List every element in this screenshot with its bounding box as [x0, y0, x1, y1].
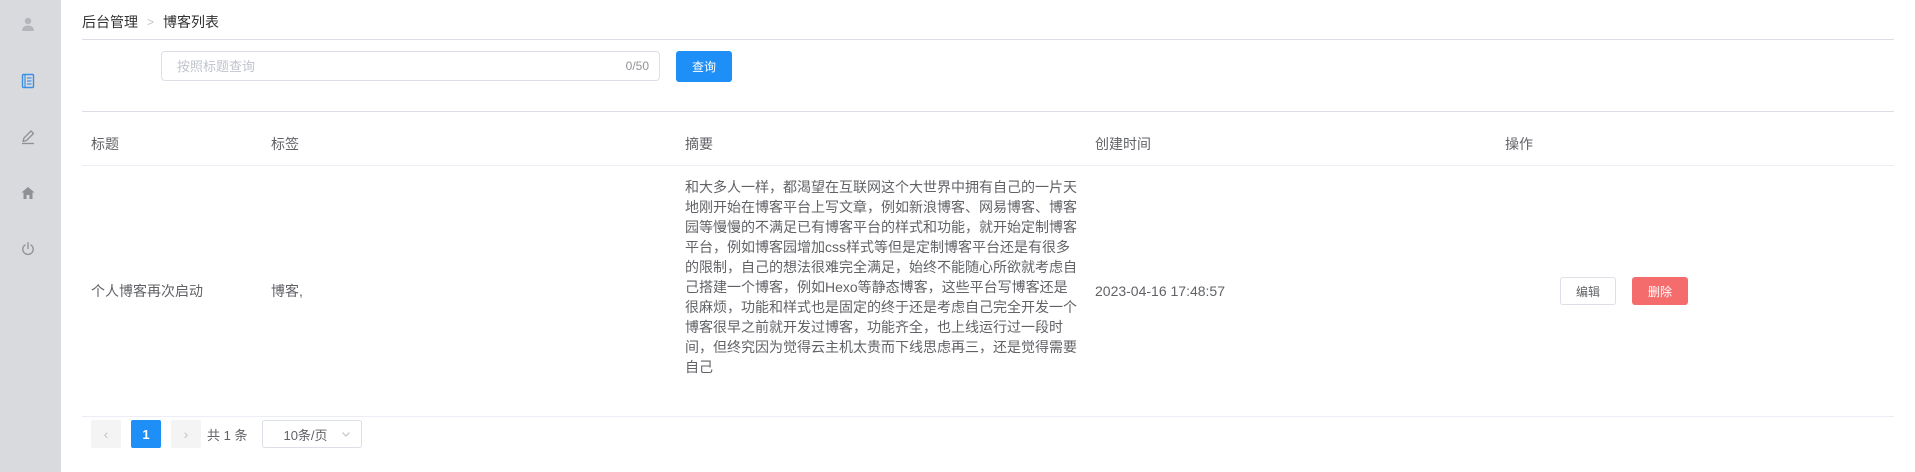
breadcrumb-root[interactable]: 后台管理 [82, 12, 138, 32]
column-header-summary: 摘要 [685, 136, 713, 152]
chevron-down-icon [342, 432, 351, 437]
prev-page-button[interactable]: ‹ [91, 420, 121, 448]
home-icon[interactable] [17, 182, 39, 204]
search-input[interactable] [177, 52, 597, 80]
row-tags: 博客, [271, 283, 303, 299]
chevron-right-icon: > [147, 15, 155, 29]
breadcrumb: 后台管理 > 博客列表 [82, 12, 219, 32]
pagination: ‹ 1 › 共 1 条 10条/页 [91, 420, 363, 448]
search-field[interactable]: 0/50 [161, 51, 660, 81]
column-header-created: 创建时间 [1095, 136, 1151, 152]
divider [82, 39, 1894, 40]
power-icon[interactable] [17, 238, 39, 260]
sidebar [0, 0, 61, 472]
column-header-title: 标题 [91, 136, 119, 152]
main-content: 后台管理 > 博客列表 标题 0/50 查询 标题 标签 摘要 创建时间 操作 … [61, 0, 1915, 472]
search-button[interactable]: 查询 [676, 51, 732, 82]
breadcrumb-current: 博客列表 [163, 14, 220, 30]
row-title: 个人博客再次启动 [91, 283, 203, 299]
user-icon[interactable] [17, 13, 39, 35]
edit-button[interactable]: 编辑 [1560, 277, 1616, 305]
page-number-1[interactable]: 1 [131, 420, 161, 448]
table-header-divider [82, 165, 1894, 166]
row-created-time: 2023-04-16 17:48:57 [1095, 283, 1225, 299]
column-header-tags: 标签 [271, 136, 299, 152]
divider [82, 111, 1894, 112]
page-size-value: 10条/页 [283, 427, 328, 443]
search-char-count: 0/50 [625, 59, 649, 73]
edit-icon[interactable] [17, 126, 39, 148]
document-icon[interactable] [17, 70, 39, 92]
next-page-button[interactable]: › [171, 420, 201, 448]
row-summary: 和大多人一样，都渴望在互联网这个大世界中拥有自己的一片天地刚开始在博客平台上写文… [685, 179, 1077, 375]
total-count: 共 1 条 [207, 427, 248, 443]
delete-button[interactable]: 删除 [1632, 277, 1688, 305]
page-size-select[interactable]: 10条/页 [262, 420, 363, 448]
table-row-divider [82, 416, 1894, 417]
column-header-actions: 操作 [1505, 136, 1533, 152]
